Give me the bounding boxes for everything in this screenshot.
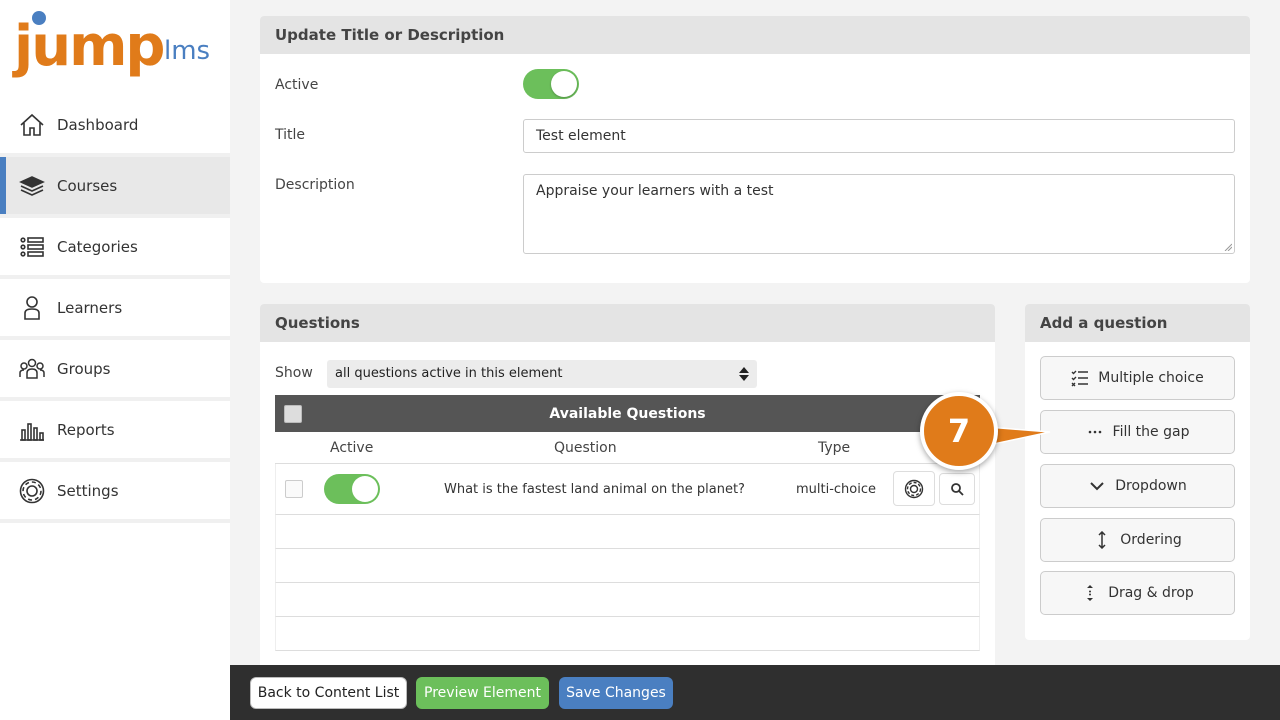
description-textarea[interactable]: Appraise your learners with a test [523, 174, 1235, 254]
question-settings-button[interactable] [893, 471, 935, 506]
sidebar-item-label: Categories [57, 237, 138, 256]
fill-the-gap-button[interactable]: Fill the gap [1040, 410, 1235, 454]
multiple-choice-label: Multiple choice [1098, 370, 1204, 386]
active-toggle[interactable] [523, 69, 579, 99]
logo-lms-text: lms [164, 36, 211, 66]
vertical-arrows-icon [1098, 531, 1106, 549]
ordering-label: Ordering [1120, 532, 1182, 548]
jumplms-logo[interactable]: jump lms [14, 8, 224, 90]
show-select[interactable]: all questions active in this element [327, 360, 757, 388]
bar-chart-icon [20, 422, 44, 441]
column-type: Type [818, 440, 851, 456]
table-row-empty [275, 549, 980, 583]
show-label: Show [275, 365, 313, 381]
resize-handle-icon[interactable] [1224, 243, 1232, 251]
add-question-header: Add a question [1025, 304, 1250, 342]
select-arrows-icon [739, 367, 749, 381]
title-input[interactable]: Test element [523, 119, 1235, 153]
questions-panel: Questions Show all questions active in t… [260, 304, 995, 684]
sidebar-item-groups[interactable]: Groups [0, 340, 230, 401]
table-row-empty [275, 617, 980, 651]
table-title: Available Questions [549, 405, 706, 422]
column-active: Active [330, 440, 374, 456]
table-row: What is the fastest land animal on the p… [275, 464, 980, 515]
table-row-empty [275, 515, 980, 549]
logo-jump-text: jump [14, 14, 165, 79]
dropdown-label: Dropdown [1115, 478, 1187, 494]
list-icon [20, 236, 44, 257]
person-icon [24, 295, 40, 320]
multiple-choice-button[interactable]: Multiple choice [1040, 356, 1235, 400]
sidebar-item-settings[interactable]: Settings [0, 462, 230, 523]
drag-drop-button[interactable]: Drag & drop [1040, 571, 1235, 615]
description-label: Description [275, 177, 355, 193]
row-active-toggle[interactable] [324, 474, 380, 504]
sidebar-item-categories[interactable]: Categories [0, 218, 230, 279]
table-row-empty [275, 583, 980, 617]
footer-bar: Back to Content List Preview Element Sav… [230, 665, 1280, 720]
table-header: Available Questions [275, 395, 980, 432]
books-icon [19, 175, 45, 196]
question-text: What is the fastest land animal on the p… [444, 482, 745, 497]
preview-element-button[interactable]: Preview Element [416, 677, 549, 709]
show-select-value: all questions active in this element [335, 366, 563, 381]
gear-icon [19, 478, 45, 503]
sidebar-item-dashboard[interactable]: Dashboard [0, 96, 230, 157]
question-type: multi-choice [796, 482, 877, 497]
add-question-panel: Add a question Multiple choice Fill the … [1025, 304, 1250, 640]
sidebar-item-courses[interactable]: Courses [0, 157, 230, 218]
chevron-down-icon [1090, 482, 1104, 491]
select-all-checkbox[interactable] [284, 405, 302, 423]
sidebar-item-label: Dashboard [57, 115, 139, 134]
sidebar-item-label: Settings [57, 481, 119, 500]
back-to-content-list-button[interactable]: Back to Content List [250, 677, 407, 709]
dropdown-button[interactable]: Dropdown [1040, 464, 1235, 508]
table-column-headers: Active Question Type [275, 432, 980, 464]
step-callout-badge: 7 [920, 392, 998, 470]
sidebar-nav: Dashboard Courses Categories Learners Gr… [0, 96, 230, 523]
ordering-button[interactable]: Ordering [1040, 518, 1235, 562]
sidebar-item-label: Reports [57, 420, 115, 439]
questions-table: Available Questions Active Question Type… [275, 395, 980, 651]
update-panel: Update Title or Description Active Title… [260, 16, 1250, 283]
sidebar: jump lms Dashboard Courses Categories Le… [0, 0, 230, 720]
update-panel-header: Update Title or Description [260, 16, 1250, 54]
question-preview-button[interactable] [939, 473, 975, 505]
sidebar-item-reports[interactable]: Reports [0, 401, 230, 462]
save-changes-button[interactable]: Save Changes [559, 677, 673, 709]
title-label: Title [275, 127, 306, 143]
description-text: Appraise your learners with a test [536, 183, 774, 199]
sidebar-item-label: Groups [57, 359, 111, 378]
home-icon [20, 113, 44, 136]
checklist-icon [1071, 370, 1089, 387]
sidebar-item-label: Learners [57, 298, 123, 317]
gear-icon [904, 479, 924, 498]
fill-the-gap-label: Fill the gap [1112, 424, 1190, 440]
sidebar-item-label: Courses [57, 176, 118, 195]
active-label: Active [275, 77, 319, 93]
questions-panel-header: Questions [260, 304, 995, 342]
drag-icon [1087, 585, 1094, 601]
group-icon [19, 358, 45, 379]
drag-drop-label: Drag & drop [1108, 585, 1194, 601]
ellipsis-icon [1088, 430, 1101, 434]
row-checkbox[interactable] [285, 480, 303, 498]
column-question: Question [554, 440, 617, 456]
search-icon [951, 483, 964, 496]
sidebar-item-learners[interactable]: Learners [0, 279, 230, 340]
